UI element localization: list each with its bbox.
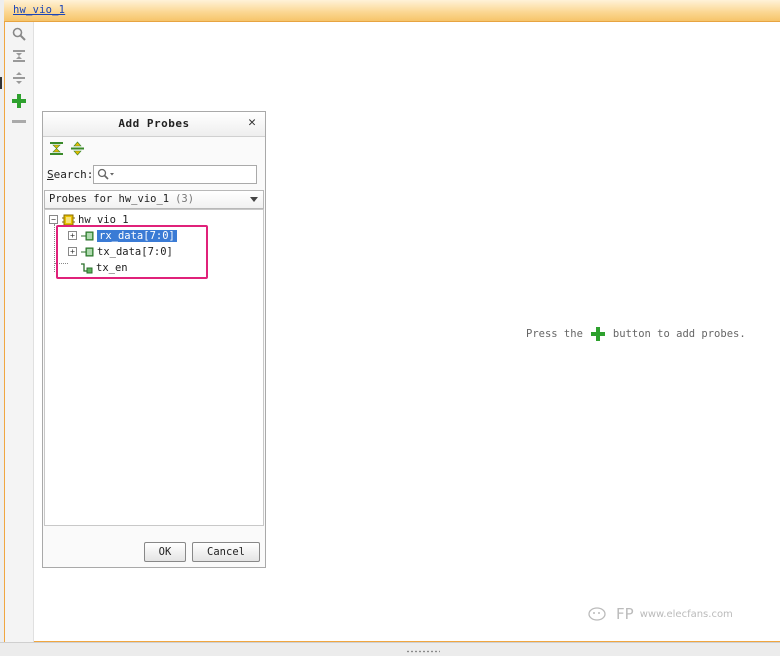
filter-label: Probes for hw_vio_1 bbox=[49, 193, 170, 205]
expand-all-icon[interactable] bbox=[70, 141, 85, 156]
watermark-url: www.elecfans.com bbox=[639, 608, 733, 620]
search-row: Search: bbox=[47, 165, 257, 184]
empty-state-message: Press the button to add probes. bbox=[526, 327, 746, 341]
search-label: Search: bbox=[47, 168, 94, 181]
add-probes-dialog: Add Probes ✕ Search: Probes for hw_vio_1… bbox=[42, 111, 266, 568]
side-toolbar bbox=[5, 22, 34, 642]
ok-button[interactable]: OK bbox=[144, 542, 186, 562]
add-icon[interactable] bbox=[11, 93, 27, 109]
status-strip bbox=[0, 642, 780, 656]
close-icon[interactable]: ✕ bbox=[245, 116, 259, 130]
window-titlebar: hw_vio_1 bbox=[4, 0, 780, 22]
tree-root-label: hw_vio_1 bbox=[78, 213, 129, 226]
collapse-all-icon[interactable] bbox=[49, 141, 64, 156]
remove-icon[interactable] bbox=[11, 114, 27, 130]
vio-core-icon bbox=[62, 214, 75, 225]
search-icon[interactable] bbox=[11, 26, 27, 42]
cancel-button[interactable]: Cancel bbox=[192, 542, 260, 562]
collapse-all-icon[interactable] bbox=[11, 48, 27, 64]
watermark-text: FP bbox=[616, 605, 634, 623]
wechat-icon bbox=[588, 607, 606, 621]
probes-filter-dropdown[interactable]: Probes for hw_vio_1 (3) bbox=[44, 190, 264, 209]
search-icon bbox=[97, 168, 115, 184]
search-input[interactable] bbox=[93, 165, 257, 184]
expand-all-icon[interactable] bbox=[11, 70, 27, 86]
window-tab[interactable]: hw_vio_1 bbox=[13, 4, 65, 16]
add-icon bbox=[590, 327, 605, 341]
empty-msg-suffix: button to add probes. bbox=[612, 328, 746, 340]
watermark: FP www.elecfans.com bbox=[588, 605, 733, 623]
tree-connector bbox=[54, 224, 55, 272]
dialog-toolbar bbox=[49, 141, 85, 156]
resize-grip[interactable] bbox=[406, 650, 440, 653]
empty-msg-prefix: Press the bbox=[526, 328, 583, 340]
dialog-title: Add Probes bbox=[43, 112, 265, 137]
edge-mark bbox=[0, 77, 2, 89]
filter-count: (3) bbox=[175, 193, 195, 205]
annotation-highlight-box bbox=[56, 225, 208, 279]
chevron-down-icon bbox=[250, 197, 258, 202]
collapse-icon[interactable]: − bbox=[49, 215, 58, 224]
